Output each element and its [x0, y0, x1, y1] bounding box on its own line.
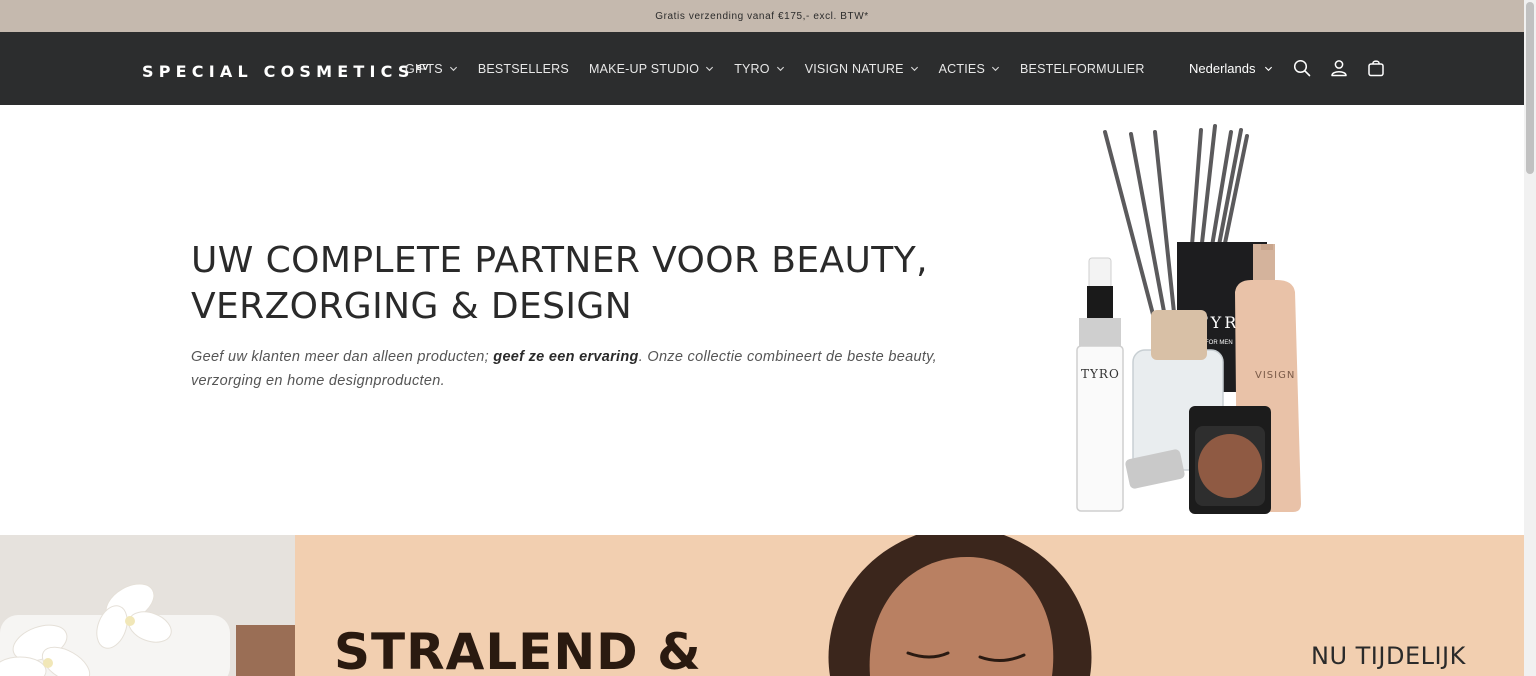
promo-title: STRALEND &: [334, 623, 702, 676]
announcement-bar: Gratis verzending vanaf €175,- excl. BTW…: [0, 0, 1524, 32]
nav-label: BESTSELLERS: [477, 61, 569, 76]
account-icon[interactable]: [1329, 58, 1349, 78]
cart-icon[interactable]: [1366, 58, 1386, 78]
tyro-bottle-label: TYRO: [1081, 367, 1120, 381]
nav-label: GIFTS: [405, 61, 443, 76]
promo-model-image: [828, 535, 1092, 676]
logo[interactable]: SPECIAL COSMETICS BV: [142, 59, 429, 81]
spa-flower-image: [0, 535, 295, 676]
nav-label: BESTELFORMULIER: [1020, 61, 1145, 76]
announcement-text: Gratis verzending vanaf €175,- excl. BTW…: [655, 10, 869, 22]
nav-label: TYRO: [734, 61, 770, 76]
chevron-down-icon: [776, 64, 785, 73]
page: Gratis verzending vanaf €175,- excl. BTW…: [0, 0, 1536, 676]
hero-text-start: Geef uw klanten meer dan alleen producte…: [191, 349, 494, 365]
svg-text:FOR MEN: FOR MEN: [1205, 340, 1233, 346]
nav-item-acties[interactable]: ACTIES: [939, 62, 1000, 76]
language-label: Nederlands: [1189, 61, 1256, 76]
nav-item-bestelformulier[interactable]: BESTELFORMULIER: [1020, 62, 1145, 76]
visign-label: VISIGN: [1255, 370, 1295, 381]
page-scrollbar[interactable]: [1524, 0, 1536, 676]
logo-text: SPECIAL COSMETICS: [142, 62, 415, 81]
nav-item-make-up-studio[interactable]: MAKE-UP STUDIO: [589, 62, 714, 76]
chevron-down-icon: [991, 64, 1000, 73]
nav-label: ACTIES: [938, 61, 985, 76]
nav-item-gifts[interactable]: GIFTS: [405, 62, 458, 76]
chevron-down-icon: [910, 64, 919, 73]
hero-description: Geef uw klanten meer dan alleen producte…: [191, 345, 961, 393]
nav-item-tyro[interactable]: TYRO: [734, 62, 785, 76]
hero-text-bold: geef ze een ervaring: [493, 349, 639, 365]
language-selector[interactable]: Nederlands: [1189, 32, 1273, 105]
nav-item-bestsellers[interactable]: BESTSELLERS: [478, 62, 569, 76]
hero-title: UW COMPLETE PARTNER VOOR BEAUTY, VERZORG…: [191, 238, 951, 330]
chevron-down-icon: [1264, 64, 1273, 73]
hero-title-line1: UW COMPLETE PARTNER VOOR BEAUTY,: [191, 240, 928, 281]
nav-label: MAKE-UP STUDIO: [588, 61, 700, 76]
chevron-down-icon: [449, 64, 458, 73]
chevron-down-icon: [705, 64, 714, 73]
search-icon[interactable]: [1292, 58, 1312, 78]
promo-banner[interactable]: STRALEND & NU TIJDELIJK: [0, 535, 1524, 676]
hero-product-image: TYRO FOR MEN VISIGN TYRO: [1076, 124, 1301, 514]
scrollbar-thumb[interactable]: [1526, 2, 1534, 174]
hero-title-line2: VERZORGING & DESIGN: [191, 286, 633, 327]
site-header: SPECIAL COSMETICS BV GIFTS BESTSELLERS MA…: [0, 32, 1524, 105]
promo-side-text: NU TIJDELIJK: [1311, 642, 1466, 670]
main-nav: GIFTS BESTSELLERS MAKE-UP STUDIO TYRO VI…: [405, 32, 1145, 105]
nav-item-visign-nature[interactable]: VISIGN NATURE: [805, 62, 919, 76]
nav-label: VISIGN NATURE: [804, 61, 904, 76]
